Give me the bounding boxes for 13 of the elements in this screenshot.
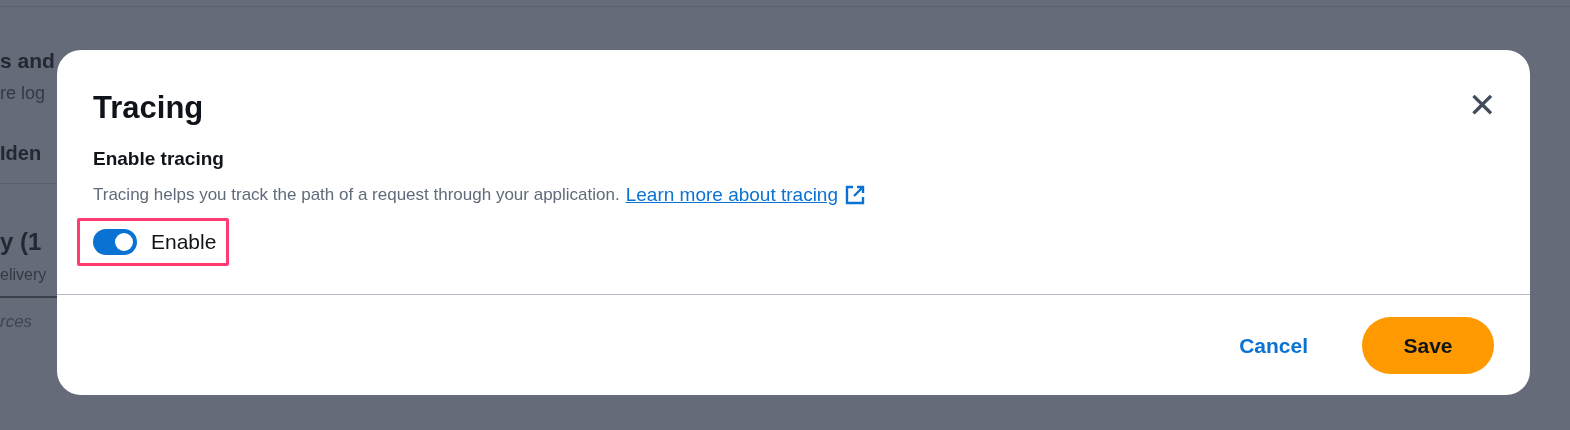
field-description: Tracing helps you track the path of a request through your application. (93, 185, 620, 205)
save-button[interactable]: Save (1362, 317, 1494, 374)
close-button[interactable]: ✕ (1468, 88, 1496, 122)
external-link-icon (844, 184, 866, 206)
tab[interactable]: Iden (0, 142, 42, 165)
toggle-switch[interactable] (93, 229, 137, 255)
field-label: Enable tracing (93, 148, 225, 170)
cancel-button[interactable]: Cancel (1239, 329, 1308, 362)
page-heading: s and (0, 49, 55, 73)
section-title: y (1 (0, 228, 42, 256)
toggle-label: Enable (151, 230, 217, 254)
dialog-title: Tracing (93, 90, 204, 126)
learn-more-link[interactable]: Learn more about tracing (625, 184, 866, 206)
